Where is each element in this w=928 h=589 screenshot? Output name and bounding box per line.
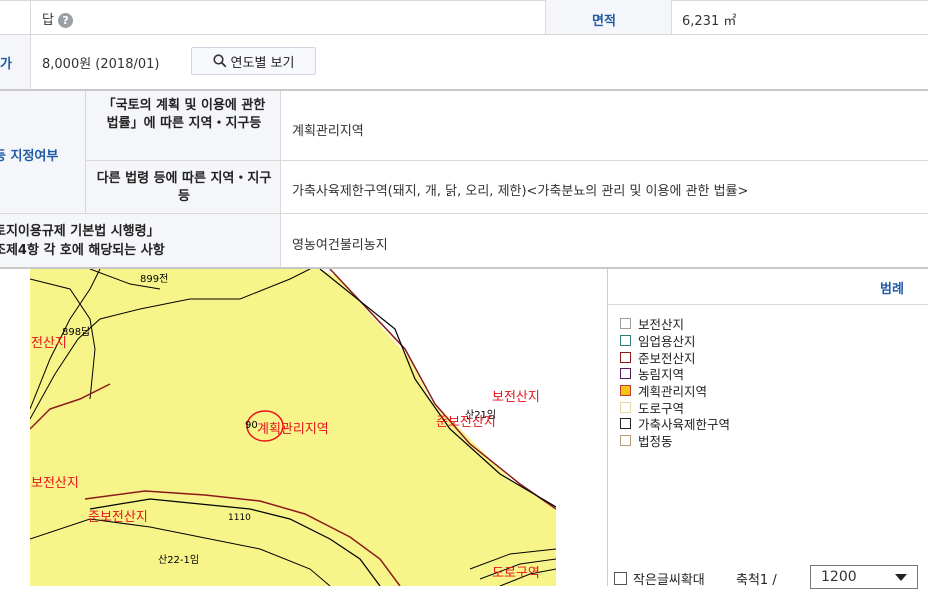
regulation-value: 영농여건불리농지 [292, 238, 388, 253]
legend-label: 법정동 [638, 433, 673, 449]
scale-label: 축척1 / [736, 573, 777, 588]
help-icon[interactable]: ? [58, 13, 74, 28]
land-use-map[interactable]: 899전 898답 전산지 보전산지 90 계획관리지역 산21임 준보전산지 … [30, 269, 556, 586]
price-label: 가 [0, 57, 12, 72]
yearly-view-label: 연도별 보기 [230, 55, 295, 71]
legend-swatch [620, 401, 631, 413]
legend-item: 농림지역 [620, 365, 684, 382]
regulation-label-line1: 토지이용규제 기본법 시행령」 [0, 224, 160, 239]
map-label-bojeon-1: 전산지 [31, 336, 67, 351]
regulation-label-line2: 조제4항 각 호에 해당되는 사항 [0, 243, 165, 258]
legend-swatch [620, 434, 631, 446]
map-label-1110: 1110 [228, 513, 251, 523]
map-label-gyehoek: 계획관리지역 [257, 422, 329, 437]
zoning-sub2-label: 다른 법령 등에 따른 지역・지구등 [96, 171, 272, 204]
map-label-90: 90 [245, 420, 258, 431]
search-icon [212, 54, 226, 68]
area-value: 6,231 ㎡ [682, 14, 737, 29]
scale-select[interactable]: 1200 [810, 565, 918, 589]
legend-swatch [620, 351, 631, 363]
small-text-label: 작은글씨확대 [633, 573, 705, 588]
legend-swatch [620, 367, 631, 379]
zoning-sub1-value: 계획관리지역 [292, 124, 364, 139]
regulation-label: 토지이용규제 기본법 시행령」 조제4항 각 호에 해당되는 사항 [0, 222, 165, 260]
legend-swatch [620, 417, 631, 429]
zoning-sub2-value: 가축사육제한구역(돼지, 개, 닭, 오리, 제한)<가축분뇨의 관리 및 이용… [292, 184, 749, 199]
area-label: 면적 [592, 14, 616, 29]
scale-value: 1200 [821, 569, 857, 585]
legend-item: 가축사육제한구역 [620, 415, 730, 432]
legend-item: 계획관리지역 [620, 382, 707, 399]
map-label-junbojeon-right: 준보전산지 [436, 415, 496, 430]
map-label-bojeon-right: 보전산지 [492, 390, 540, 405]
legend-swatch [620, 334, 631, 346]
land-category: 답 ? [42, 9, 74, 28]
map-label-899: 899전 [140, 274, 169, 285]
small-text-toggle[interactable]: 작은글씨확대 [614, 569, 705, 588]
legend-item: 법정동 [620, 432, 673, 449]
legend-item: 임업용산지 [620, 332, 696, 349]
small-text-checkbox[interactable] [614, 572, 627, 585]
yearly-view-button[interactable]: 연도별 보기 [191, 47, 316, 75]
map-label-junbojeon-left: 준보전산지 [88, 510, 148, 525]
zoning-sub1-label: 「국토의 계획 및 이용에 관한 법률」에 따른 지역・지구등 [102, 98, 266, 131]
zoning-section-label: 등 지정여부 [0, 149, 59, 164]
price-value: 8,000원 (2018/01) [42, 57, 160, 72]
map-label-doro: 도로구역 [492, 566, 540, 581]
map-label-bojeon-2: 보전산지 [31, 476, 79, 491]
legend-swatch [620, 384, 631, 396]
legend-swatch [620, 317, 631, 329]
legend-title: 범례 [880, 282, 904, 297]
legend-item: 보전산지 [620, 315, 684, 332]
land-category-value: 답 [42, 13, 54, 28]
chevron-down-icon [895, 574, 907, 581]
map-label-san22: 산22-1임 [158, 555, 200, 566]
